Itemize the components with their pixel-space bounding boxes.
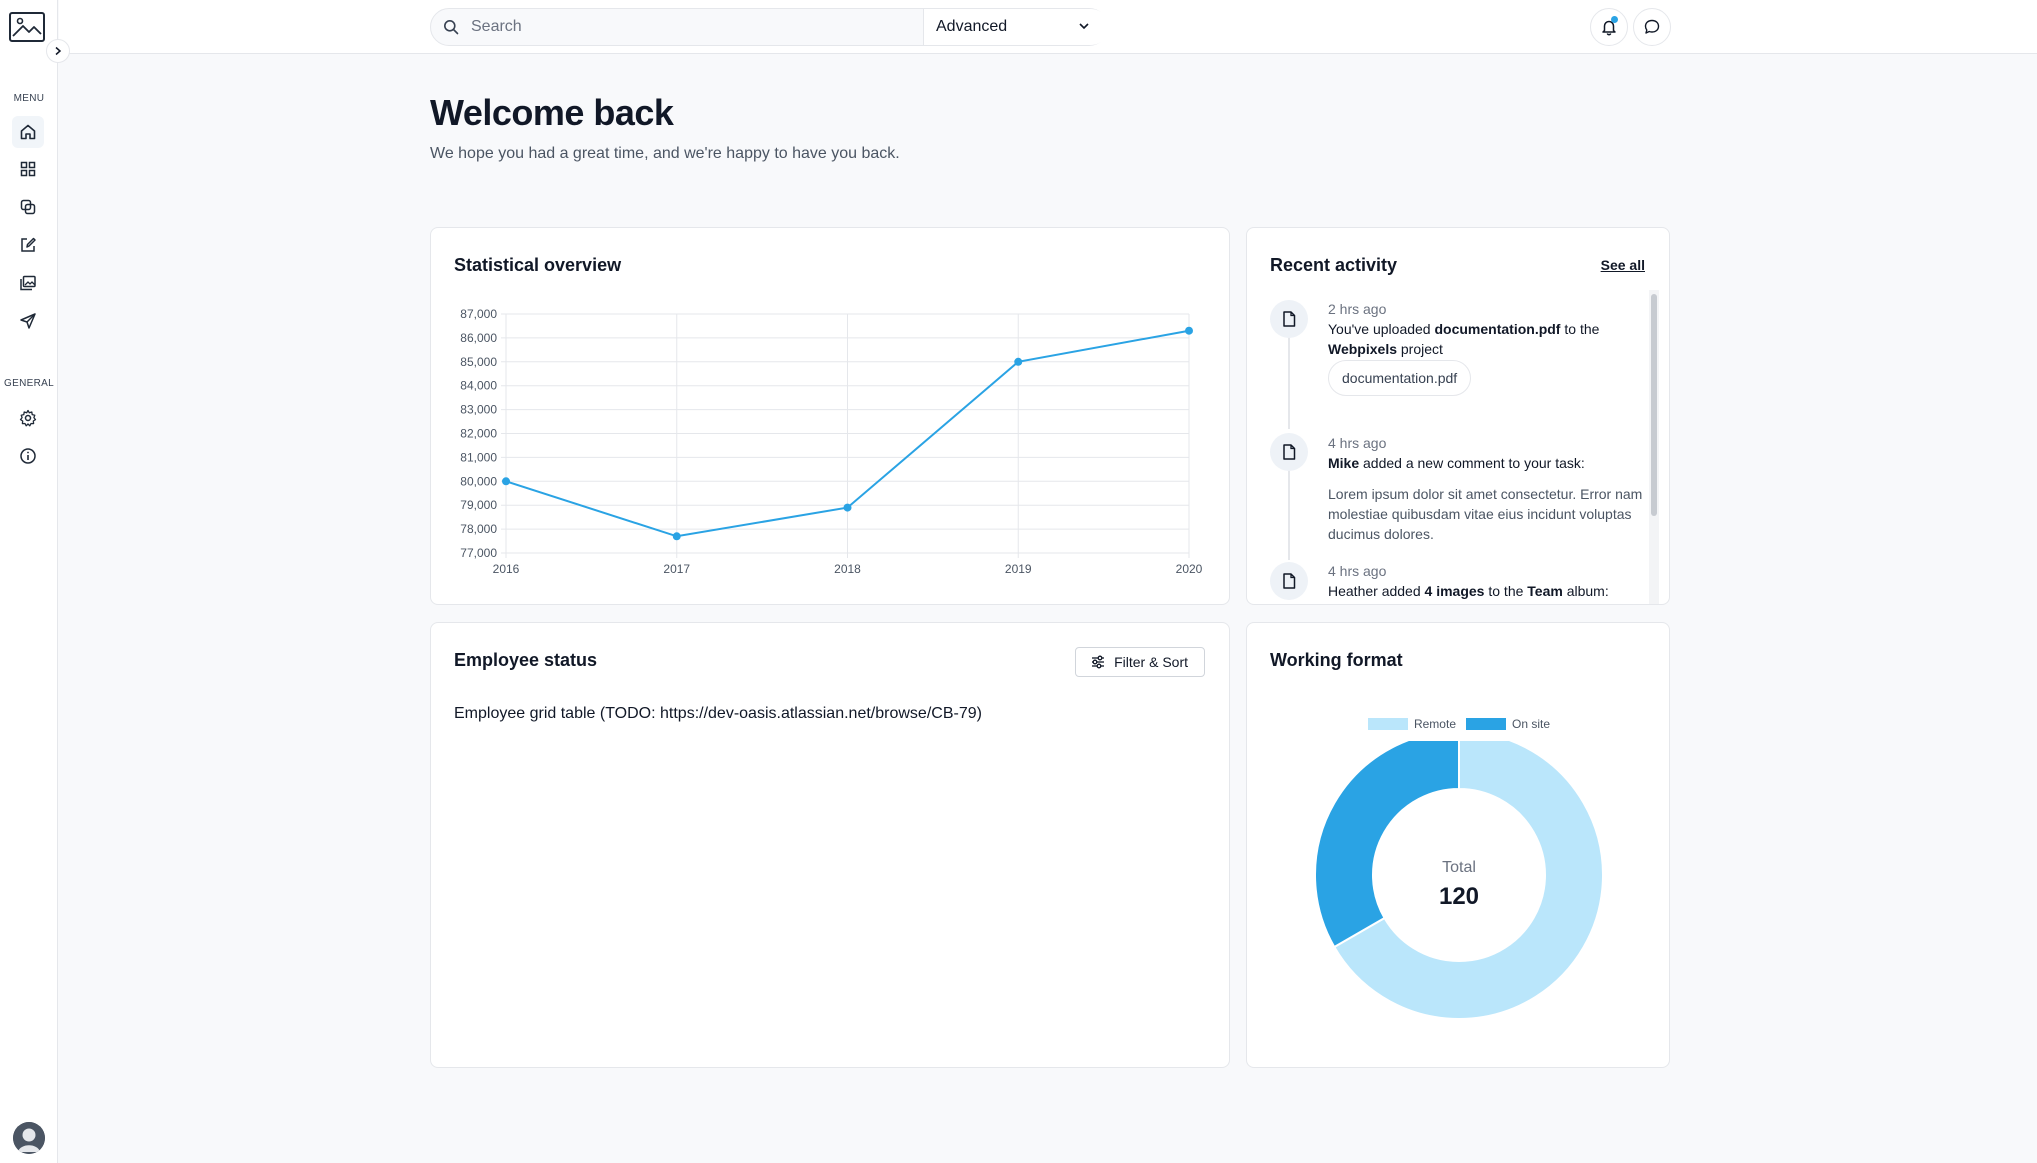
general-section-label: GENERAL xyxy=(4,378,54,389)
x-tick-label: 2020 xyxy=(1176,562,1203,576)
activity-time: 4 hrs ago xyxy=(1328,563,1387,579)
page-subtitle: We hope you had a great time, and we're … xyxy=(430,145,900,162)
recent-activity-card: Recent activity See all 2 hrs ago You've… xyxy=(1246,227,1670,605)
chat-icon xyxy=(1644,19,1660,34)
legend-swatch xyxy=(1466,718,1506,730)
activity-text: Mike added a new comment to your task: xyxy=(1328,455,1585,471)
sidebar-item-settings[interactable] xyxy=(12,402,44,434)
see-all-link[interactable]: See all xyxy=(1601,257,1645,273)
y-tick-label: 79,000 xyxy=(460,498,497,512)
working-format-card: Working format Remote On site Total 120 xyxy=(1246,622,1670,1068)
data-point xyxy=(843,503,852,512)
activity-time: 2 hrs ago xyxy=(1328,301,1387,317)
data-point xyxy=(1185,326,1193,335)
sidebar-item-gallery[interactable] xyxy=(12,267,44,299)
legend-label: On site xyxy=(1512,717,1551,731)
file-icon xyxy=(1270,433,1308,471)
search-bar: Advanced xyxy=(430,8,1109,46)
search-icon xyxy=(443,17,463,37)
page-title: Welcome back xyxy=(430,92,674,133)
legend-swatch xyxy=(1367,718,1408,730)
donut-slice xyxy=(1314,729,1460,949)
data-point xyxy=(502,477,510,486)
user-avatar-icon xyxy=(13,1122,45,1154)
filter-sort-button[interactable]: Filter & Sort xyxy=(1075,647,1205,677)
y-tick-label: 85,000 xyxy=(460,355,497,369)
notifications-button[interactable] xyxy=(1590,8,1628,46)
chevron-down-icon xyxy=(1079,23,1089,30)
employee-status-card: Employee status Filter & Sort Employee g… xyxy=(430,622,1230,1068)
data-point xyxy=(1014,357,1023,366)
x-tick-label: 2018 xyxy=(834,562,861,576)
timeline-line xyxy=(1288,334,1290,429)
activity-text: Heather added 4 images to the Team album… xyxy=(1328,583,1609,599)
legend-label: Remote xyxy=(1413,717,1456,731)
gear-icon xyxy=(19,409,37,427)
top-bar: Advanced xyxy=(59,0,2037,54)
card-title: Working format xyxy=(1270,650,1403,670)
edit-icon xyxy=(21,237,36,252)
file-icon xyxy=(1270,562,1308,600)
legend-item-onsite[interactable]: On site xyxy=(1466,717,1550,731)
search-input[interactable] xyxy=(471,18,921,36)
x-tick-label: 2019 xyxy=(1005,562,1032,576)
sidebar-expand-button[interactable] xyxy=(46,39,70,63)
sidebar: MENU GENERAL xyxy=(0,0,70,1163)
statistical-overview-card: Statistical overview 87,000 86,000 85,000 8… xyxy=(430,227,1230,605)
chevron-right-icon xyxy=(55,46,62,56)
line-chart: 87,000 86,000 85,000 84,000 83,000 82,000 81,0… xyxy=(460,307,1203,576)
sidebar-item-home[interactable] xyxy=(12,116,44,148)
y-tick-label: 86,000 xyxy=(460,331,497,345)
x-tick-label: 2016 xyxy=(493,562,520,576)
send-icon xyxy=(20,313,36,329)
chart-legend: Remote On site xyxy=(1247,717,1671,731)
donut-chart: Total 120 xyxy=(1247,729,1671,1061)
images-icon xyxy=(20,275,36,291)
y-tick-label: 84,000 xyxy=(460,379,497,393)
activity-time: 4 hrs ago xyxy=(1328,435,1387,451)
card-title: Employee status xyxy=(454,650,598,670)
filter-sort-label: Filter & Sort xyxy=(1114,654,1188,670)
menu-section-label: MENU xyxy=(13,93,45,104)
home-icon xyxy=(20,124,36,140)
sidebar-item-copy[interactable] xyxy=(12,191,44,223)
employee-grid-placeholder: Employee grid table (TODO: https://dev-o… xyxy=(454,705,982,722)
copy-icon xyxy=(20,199,36,215)
x-tick-label: 2017 xyxy=(663,562,690,576)
y-tick-label: 77,000 xyxy=(460,546,497,560)
y-tick-label: 81,000 xyxy=(460,450,497,464)
y-tick-label: 78,000 xyxy=(460,522,497,536)
y-tick-label: 80,000 xyxy=(460,474,497,488)
info-icon xyxy=(20,448,36,464)
attachment-chip[interactable]: documentation.pdf xyxy=(1328,360,1472,396)
sidebar-item-edit[interactable] xyxy=(12,229,44,261)
notification-dot xyxy=(1611,16,1618,23)
data-point xyxy=(672,532,681,541)
card-title: Recent activity xyxy=(1270,255,1398,275)
activity-comment: Lorem ipsum dolor sit amet consectetur. … xyxy=(1328,486,1643,542)
search-mode-select[interactable]: Advanced xyxy=(923,9,1109,45)
y-tick-label: 83,000 xyxy=(460,403,497,417)
activity-list: 2 hrs ago You've uploaded documentation.… xyxy=(1247,296,1657,604)
logo-icon[interactable] xyxy=(9,12,45,42)
sidebar-item-send[interactable] xyxy=(12,305,44,337)
sidebar-item-dashboard[interactable] xyxy=(12,153,44,185)
legend-item-remote[interactable]: Remote xyxy=(1367,717,1456,731)
donut-center-value: 120 xyxy=(1438,883,1480,910)
avatar[interactable] xyxy=(13,1122,45,1154)
search-mode-label: Advanced xyxy=(936,18,1008,35)
sidebar-item-info[interactable] xyxy=(12,440,44,472)
donut-center-label: Total xyxy=(1442,859,1476,876)
sliders-icon xyxy=(1092,655,1105,669)
timeline-line xyxy=(1288,468,1290,560)
messages-button[interactable] xyxy=(1633,8,1671,46)
file-icon xyxy=(1270,300,1308,338)
grid-icon xyxy=(20,161,36,177)
y-tick-label: 87,000 xyxy=(460,307,497,321)
y-tick-label: 82,000 xyxy=(460,427,497,441)
activity-text: You've uploaded documentation.pdf to the… xyxy=(1328,321,1600,357)
